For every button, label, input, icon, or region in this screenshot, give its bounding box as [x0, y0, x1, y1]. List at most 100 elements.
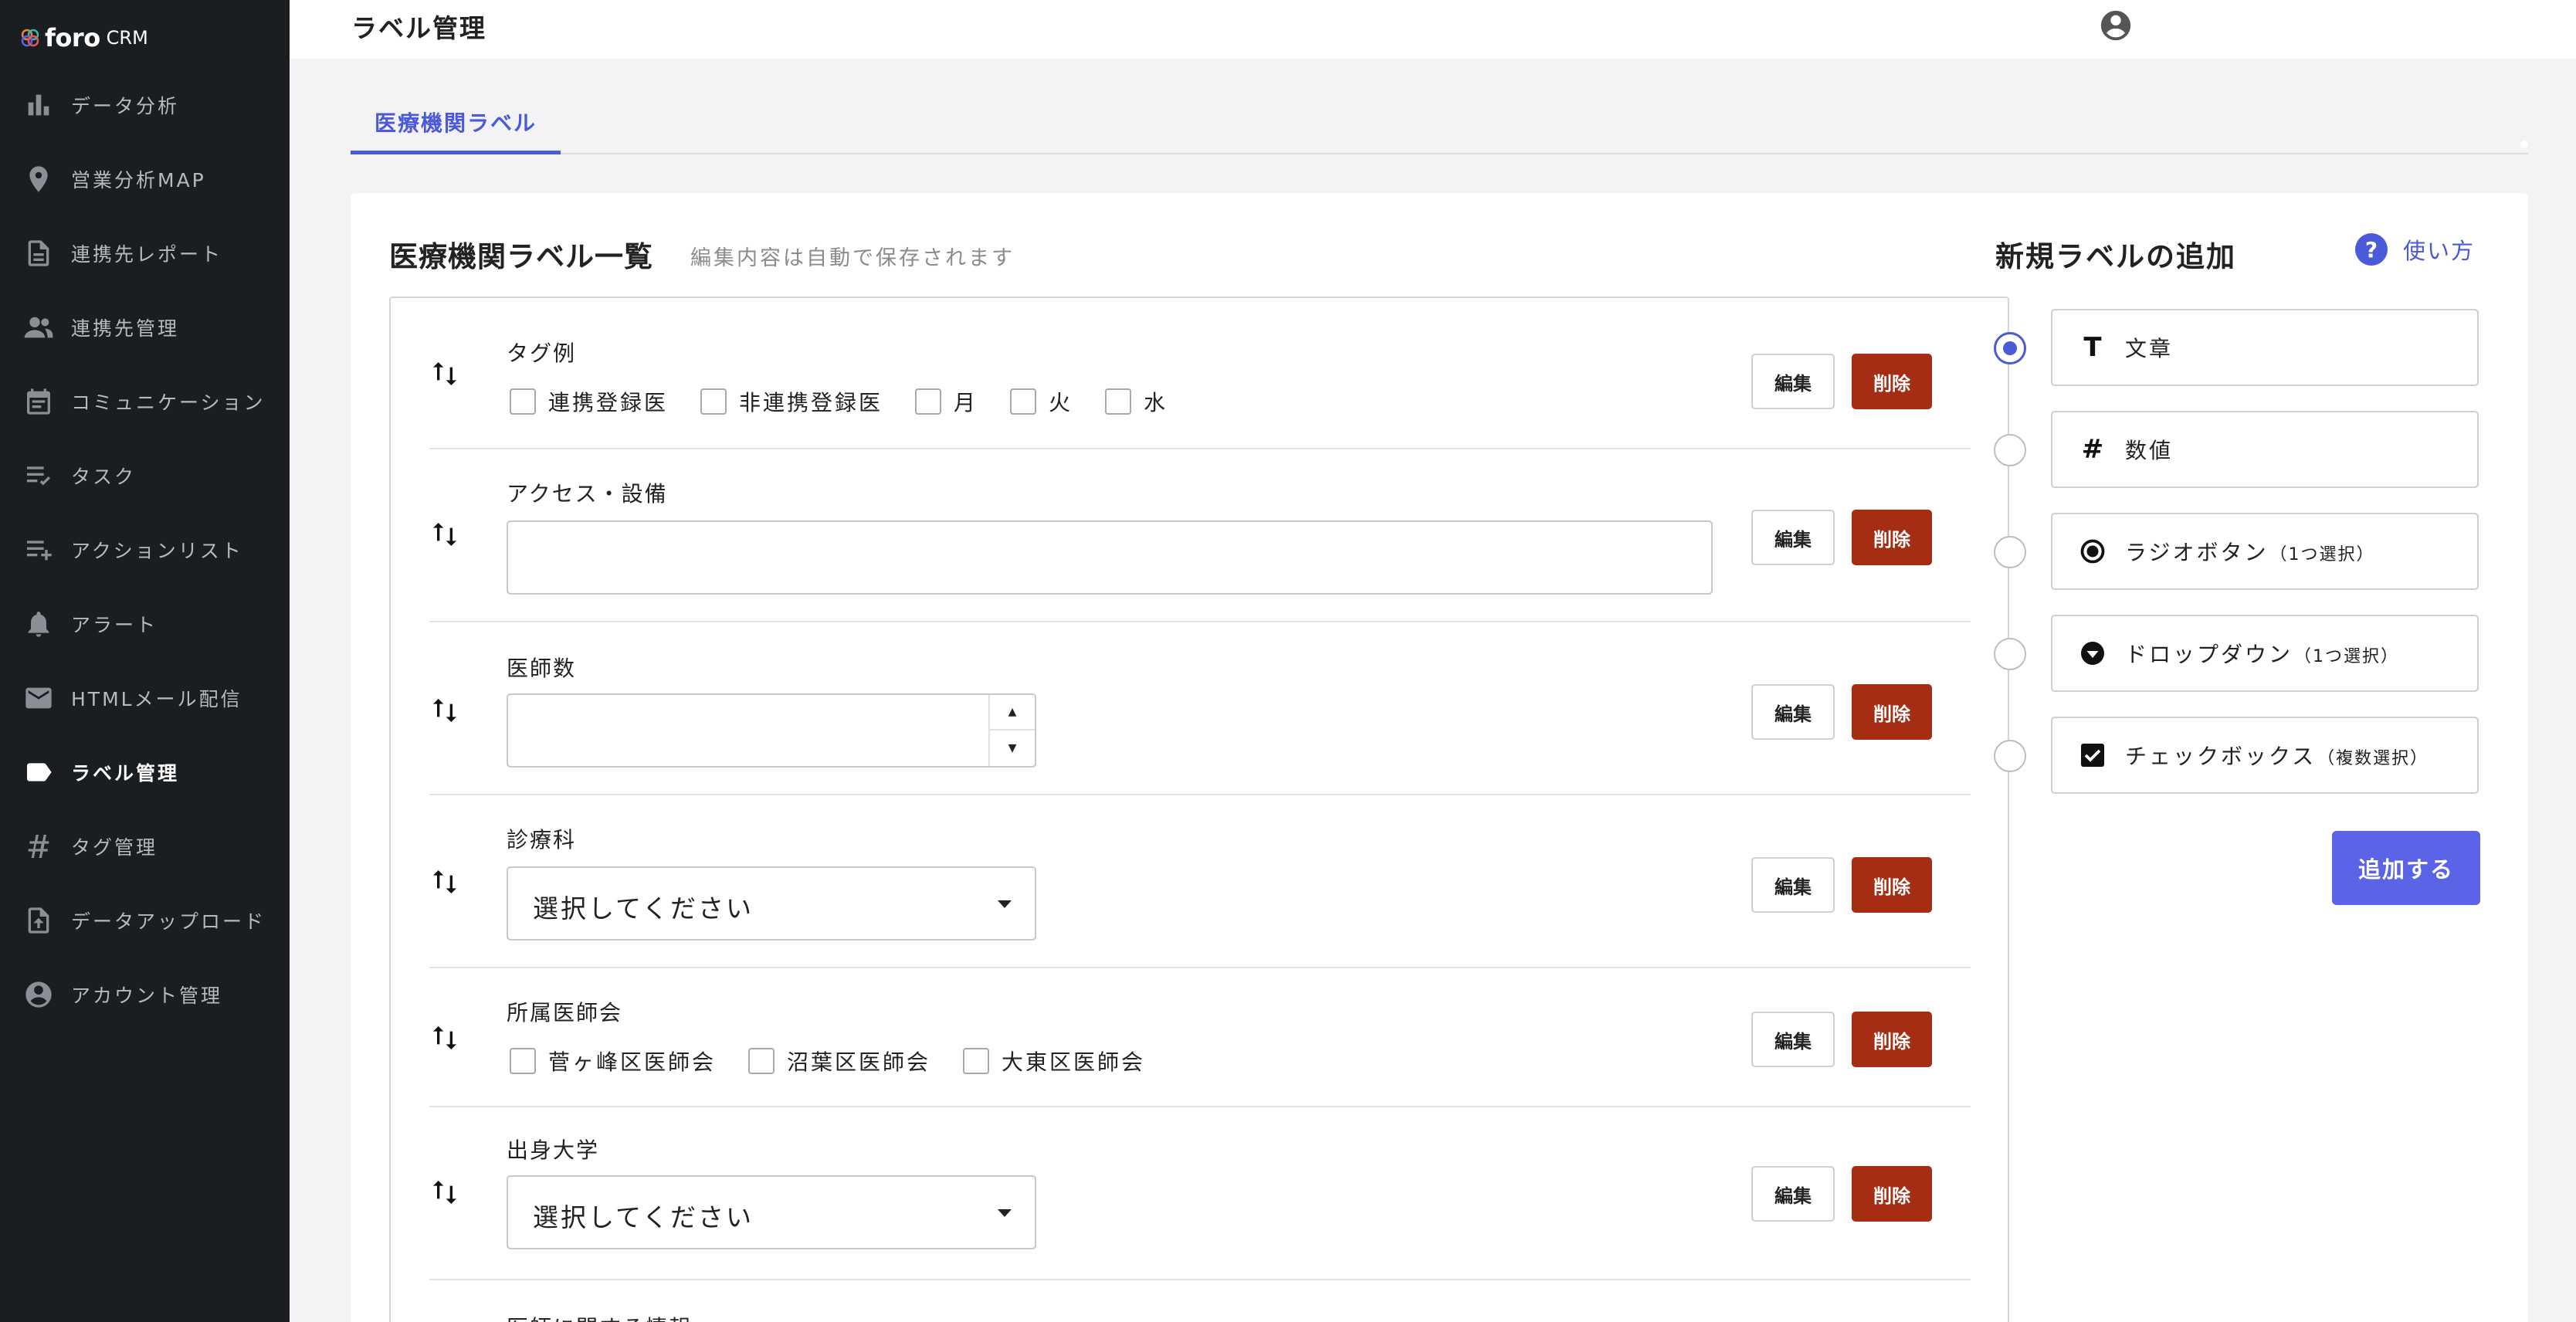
- type-sub-label: （1つ選択）: [2294, 647, 2400, 666]
- reorder-icon[interactable]: [429, 693, 460, 727]
- checkbox-option[interactable]: 大東区医師会: [963, 1046, 1145, 1076]
- type-card[interactable]: ドロップダウン（1つ選択）: [2051, 615, 2479, 692]
- account-circle-icon[interactable]: [2098, 8, 2134, 43]
- checkbox-option[interactable]: 連携登録医: [510, 386, 668, 417]
- foro-logo-icon: [21, 29, 39, 47]
- type-label: 数値: [2125, 438, 2174, 463]
- account-circle-icon: [22, 978, 56, 1012]
- type-card[interactable]: ラジオボタン（1つ選択）: [2051, 513, 2479, 590]
- edit-button[interactable]: 編集: [1751, 1012, 1835, 1067]
- sidebar-item-label: 連携先レポート: [71, 243, 223, 266]
- delete-button[interactable]: 削除: [1852, 510, 1932, 565]
- sidebar-item-task[interactable]: タスク: [0, 439, 290, 513]
- sidebar-item-label-management[interactable]: ラベル管理: [0, 735, 290, 809]
- number-stepper[interactable]: ▲ ▼: [988, 695, 1035, 766]
- sidebar-item-communication[interactable]: コミュニケーション: [0, 364, 290, 439]
- radio[interactable]: [1994, 434, 2026, 466]
- checkbox-option[interactable]: 火: [1010, 386, 1073, 417]
- checkbox[interactable]: [963, 1048, 990, 1074]
- checkbox[interactable]: [748, 1048, 775, 1074]
- logo-foro-text: foro: [45, 23, 100, 53]
- sidebar-item-html-mail[interactable]: HTMLメール配信: [0, 661, 290, 735]
- label-type-option-number[interactable]: # 数値: [1994, 411, 2479, 488]
- label-type-option-dropdown[interactable]: ドロップダウン（1つ選択）: [1994, 615, 2479, 692]
- edit-button[interactable]: 編集: [1751, 684, 1835, 740]
- reorder-icon[interactable]: [429, 865, 460, 899]
- checkbox[interactable]: [510, 388, 536, 415]
- label-row: タグ例 連携登録医 非連携登録医 月 火 水 編集 削除: [429, 298, 1971, 449]
- checkbox-option[interactable]: 非連携登録医: [700, 386, 883, 417]
- sidebar-item-label: タスク: [71, 466, 137, 488]
- label-icon: [22, 755, 56, 789]
- autosave-note: 編集内容は自動で保存されます: [690, 246, 1015, 270]
- hash-icon: #: [2081, 434, 2104, 465]
- delete-button[interactable]: 削除: [1852, 354, 1932, 409]
- decrement-arrow-icon[interactable]: ▼: [990, 730, 1035, 766]
- type-card[interactable]: # 数値: [2051, 411, 2479, 488]
- checkbox-option[interactable]: 菅ヶ峰区医師会: [510, 1046, 716, 1076]
- sidebar-item-data-analysis[interactable]: データ分析: [0, 68, 290, 142]
- page-title: ラベル管理: [351, 13, 486, 43]
- type-sub-label: （1つ選択）: [2269, 545, 2375, 564]
- playlist-add-icon: [22, 533, 56, 567]
- sidebar-item-sales-map[interactable]: 営業分析MAP: [0, 142, 290, 216]
- label-row: 診療科 選択してください 編集 削除: [429, 795, 1971, 968]
- sidebar-item-account-management[interactable]: アカウント管理: [0, 958, 290, 1032]
- sidebar-item-label: アクションリスト: [71, 540, 243, 562]
- delete-button[interactable]: 削除: [1852, 1166, 1932, 1222]
- type-sub-label: （複数選択）: [2317, 749, 2429, 768]
- sidebar-item-partner-management[interactable]: 連携先管理: [0, 290, 290, 364]
- number-input[interactable]: ▲ ▼: [507, 693, 1036, 768]
- checkbox[interactable]: [700, 388, 727, 415]
- checkbox[interactable]: [915, 388, 942, 415]
- sidebar-item-action-list[interactable]: アクションリスト: [0, 513, 290, 587]
- delete-button[interactable]: 削除: [1852, 1012, 1932, 1067]
- checkbox[interactable]: [510, 1048, 536, 1074]
- radio[interactable]: [1994, 740, 2026, 772]
- edit-button[interactable]: 編集: [1751, 354, 1835, 409]
- radio[interactable]: [1994, 638, 2026, 670]
- reorder-icon[interactable]: [429, 357, 460, 391]
- label-type-option-radio[interactable]: ラジオボタン（1つ選択）: [1994, 513, 2479, 590]
- checkbox-option[interactable]: 水: [1105, 386, 1168, 417]
- label-type-option-checkbox[interactable]: チェックボックス（複数選択）: [1994, 717, 2479, 794]
- label-row: 出身大学 選択してください 編集 削除: [429, 1107, 1971, 1280]
- checkbox[interactable]: [1105, 388, 1132, 415]
- list-title: 医療機関ラベル一覧: [389, 240, 653, 273]
- text-input[interactable]: [507, 520, 1713, 595]
- dropdown-select[interactable]: 選択してください: [507, 1175, 1036, 1249]
- checkbox-label: 水: [1144, 390, 1168, 415]
- delete-button[interactable]: 削除: [1852, 684, 1932, 740]
- bar-chart-icon: [22, 88, 56, 122]
- reorder-icon[interactable]: [429, 1021, 460, 1055]
- reorder-icon[interactable]: [429, 1175, 460, 1209]
- reorder-icon[interactable]: [429, 517, 460, 551]
- edit-button[interactable]: 編集: [1751, 857, 1835, 913]
- type-card[interactable]: T 文章: [2051, 309, 2479, 386]
- edit-button[interactable]: 編集: [1751, 510, 1835, 565]
- edit-button[interactable]: 編集: [1751, 1166, 1835, 1222]
- radio[interactable]: [1994, 536, 2026, 568]
- label-type-option-text[interactable]: T 文章: [1994, 309, 2479, 386]
- checkbox-option[interactable]: 沼葉区医師会: [748, 1046, 930, 1076]
- caret-down-icon: [998, 900, 1012, 908]
- checkbox-option[interactable]: 月: [915, 386, 978, 417]
- dropdown-circle-icon: [2079, 639, 2107, 667]
- radio-selected[interactable]: [1994, 332, 2026, 364]
- hash-icon: [22, 829, 56, 863]
- tab-medical-institution-labels[interactable]: 医療機関ラベル: [351, 93, 561, 154]
- dropdown-select[interactable]: 選択してください: [507, 866, 1036, 941]
- sidebar-item-partner-report[interactable]: 連携先レポート: [0, 216, 290, 290]
- sidebar-item-alert[interactable]: アラート: [0, 587, 290, 661]
- add-label-button[interactable]: 追加する: [2332, 831, 2480, 905]
- dropdown-placeholder: 選択してください: [533, 893, 754, 924]
- type-label: ラジオボタン（1つ選択）: [2125, 540, 2375, 565]
- type-card[interactable]: チェックボックス（複数選択）: [2051, 717, 2479, 794]
- checkbox[interactable]: [1010, 388, 1037, 415]
- help-link[interactable]: ? 使い方: [2355, 233, 2475, 266]
- sidebar-item-tag-management[interactable]: タグ管理: [0, 809, 290, 883]
- sidebar-item-data-upload[interactable]: データアップロード: [0, 883, 290, 958]
- delete-button[interactable]: 削除: [1852, 857, 1932, 913]
- increment-arrow-icon[interactable]: ▲: [990, 695, 1035, 730]
- logo[interactable]: foro CRM: [20, 23, 148, 53]
